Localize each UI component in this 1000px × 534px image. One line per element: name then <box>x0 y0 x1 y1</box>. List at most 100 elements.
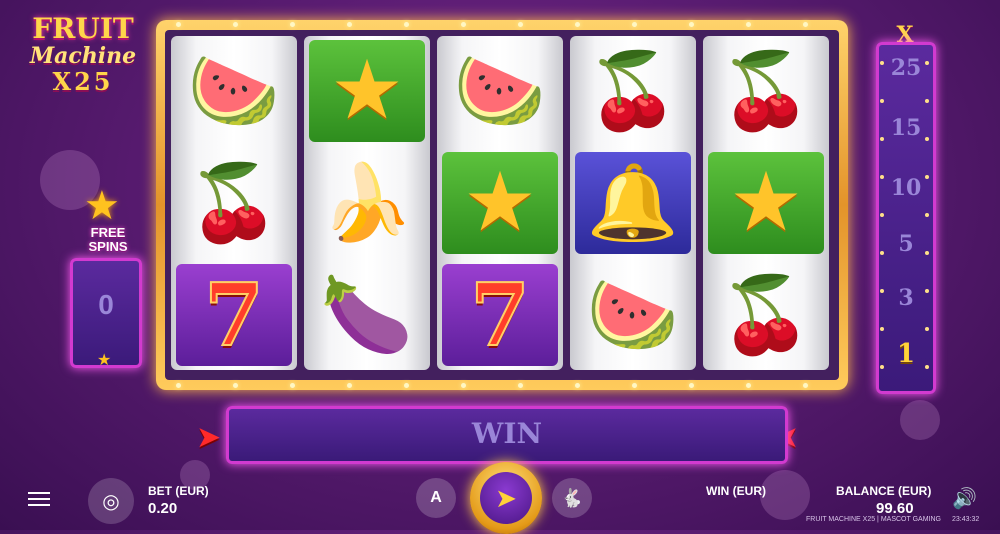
multiplier-panel-light <box>925 61 929 65</box>
multiplier-panel-light <box>925 327 929 331</box>
free-spins-label: FREE SPINS <box>62 226 154 254</box>
bell-icon: 🔔 <box>586 161 680 244</box>
watermelon-icon: 🍉 <box>187 49 281 132</box>
multiplier-panel-light <box>880 99 884 103</box>
frame-bulb <box>290 22 295 27</box>
reel-symbol-cherries: 🍒 <box>575 40 691 142</box>
reel-3: 🍉 ★ 7 <box>437 36 563 370</box>
multiplier-panel: 25 15 10 5 3 1 <box>876 42 936 394</box>
watermelon-icon: 🍉 <box>586 273 680 356</box>
win-amount-label: WIN (EUR) <box>706 484 766 498</box>
multiplier-panel-light <box>880 365 884 369</box>
bg-sparkle <box>900 400 940 440</box>
sound-icon[interactable]: 🔊 <box>952 486 977 511</box>
multiplier-panel-light <box>880 327 884 331</box>
watermelon-icon: 🍉 <box>453 49 547 132</box>
reel-area: 🍉 🍒 7 ★ 🍌 🍆 🍉 ★ 7 🍒 🔔 🍉 🍒 ★ 🍒 <box>165 30 839 380</box>
frame-bulb <box>518 22 523 27</box>
frame-bulb <box>404 22 409 27</box>
frame-bulb <box>632 383 637 388</box>
reel-symbol-star: ★ <box>309 40 425 142</box>
reel-1: 🍉 🍒 7 <box>171 36 297 370</box>
logo-line-1: FRUIT <box>32 12 134 45</box>
frame-bulb <box>803 383 808 388</box>
spin-button[interactable]: ➤ <box>470 462 542 534</box>
reel-symbol-banana: 🍌 <box>309 152 425 254</box>
free-spins-count: 0 <box>98 289 114 320</box>
frame-bulb <box>746 22 751 27</box>
balance-value: 99.60 <box>876 500 914 517</box>
frame-bulb <box>575 22 580 27</box>
turbo-button[interactable]: 🐇 <box>552 478 592 518</box>
reel-symbol-seven: 7 <box>442 264 558 367</box>
reel-symbol-cherries: 🍒 <box>708 40 824 142</box>
win-bar-label: WIN <box>471 417 543 450</box>
frame-bulb <box>347 383 352 388</box>
logo-line-3: X25 <box>52 67 114 96</box>
multiplier-panel-light <box>880 251 884 255</box>
multiplier-panel-light <box>925 365 929 369</box>
reel-symbol-bell: 🔔 <box>575 152 691 254</box>
reel-5: 🍒 ★ 🍒 <box>703 36 829 370</box>
seven-icon: 7 <box>469 264 531 367</box>
reel-symbol-watermelon: 🍉 <box>176 40 292 142</box>
banana-icon: 🍌 <box>320 161 414 244</box>
free-spins-star-icon: ★ <box>84 184 120 228</box>
frame-bulb <box>233 22 238 27</box>
cherries-icon: 🍒 <box>719 49 813 132</box>
multiplier-panel-light <box>880 175 884 179</box>
bg-sparkle <box>760 470 810 520</box>
bet-value: 0.20 <box>148 500 178 517</box>
frame-bulb <box>575 383 580 388</box>
multiplier-panel-light <box>925 99 929 103</box>
footer-text: FRUIT MACHINE X25 | MASCOT GAMING <box>806 516 941 523</box>
star-icon: ★ <box>463 157 537 248</box>
frame-bulb <box>803 22 808 27</box>
frame-bulb <box>290 383 295 388</box>
frame-bulb <box>347 22 352 27</box>
multiplier-panel-light <box>880 289 884 293</box>
frame-bulb <box>461 22 466 27</box>
cherries-icon: 🍒 <box>586 49 680 132</box>
balance-label: BALANCE (EUR) <box>836 484 932 498</box>
multiplier-value: 10 <box>890 175 922 201</box>
frame-bulb <box>746 383 751 388</box>
multiplier-panel-light <box>925 251 929 255</box>
frame-bulb <box>176 22 181 27</box>
autoplay-icon: A <box>430 489 442 506</box>
win-left-arrow-icon: ➤ <box>196 421 222 454</box>
multiplier-panel-light <box>925 137 929 141</box>
plum-icon: 🍆 <box>320 273 414 356</box>
reel-symbol-cherries: 🍒 <box>176 152 292 254</box>
menu-icon[interactable] <box>28 488 50 510</box>
cherries-icon: 🍒 <box>187 161 281 244</box>
multiplier-panel-light <box>880 61 884 65</box>
autoplay-button[interactable]: A <box>416 478 456 518</box>
game-logo: FRUIT Machine X25 <box>8 14 158 114</box>
frame-bulb <box>632 22 637 27</box>
multiplier-panel-light <box>880 137 884 141</box>
reel-4: 🍒 🔔 🍉 <box>570 36 696 370</box>
multiplier-panel-light <box>925 289 929 293</box>
frame-bulb <box>404 383 409 388</box>
reel-symbol-star: ★ <box>708 152 824 254</box>
reel-symbol-cherries: 🍒 <box>708 264 824 366</box>
win-bar: WIN <box>226 406 788 464</box>
reel-frame: 🍉 🍒 7 ★ 🍌 🍆 🍉 ★ 7 🍒 🔔 🍉 🍒 ★ 🍒 <box>156 20 848 390</box>
multiplier-panel-light <box>880 213 884 217</box>
bet-label: BET (EUR) <box>148 484 209 498</box>
frame-bulb <box>689 22 694 27</box>
reel-symbol-seven: 7 <box>176 264 292 367</box>
bet-coins-button[interactable]: ◎ <box>88 478 134 524</box>
logo-line-2: Machine <box>29 43 137 69</box>
star-icon: ★ <box>330 45 404 136</box>
coins-icon: ◎ <box>102 490 120 513</box>
rabbit-icon: 🐇 <box>560 487 584 508</box>
frame-bulb <box>689 383 694 388</box>
clock: 23:43:32 <box>952 516 980 523</box>
frame-bulb <box>233 383 238 388</box>
multiplier-panel-light <box>925 213 929 217</box>
free-spins-label-line1: FREE <box>90 225 126 240</box>
reel-symbol-watermelon: 🍉 <box>575 264 691 366</box>
frame-bulb <box>176 383 181 388</box>
